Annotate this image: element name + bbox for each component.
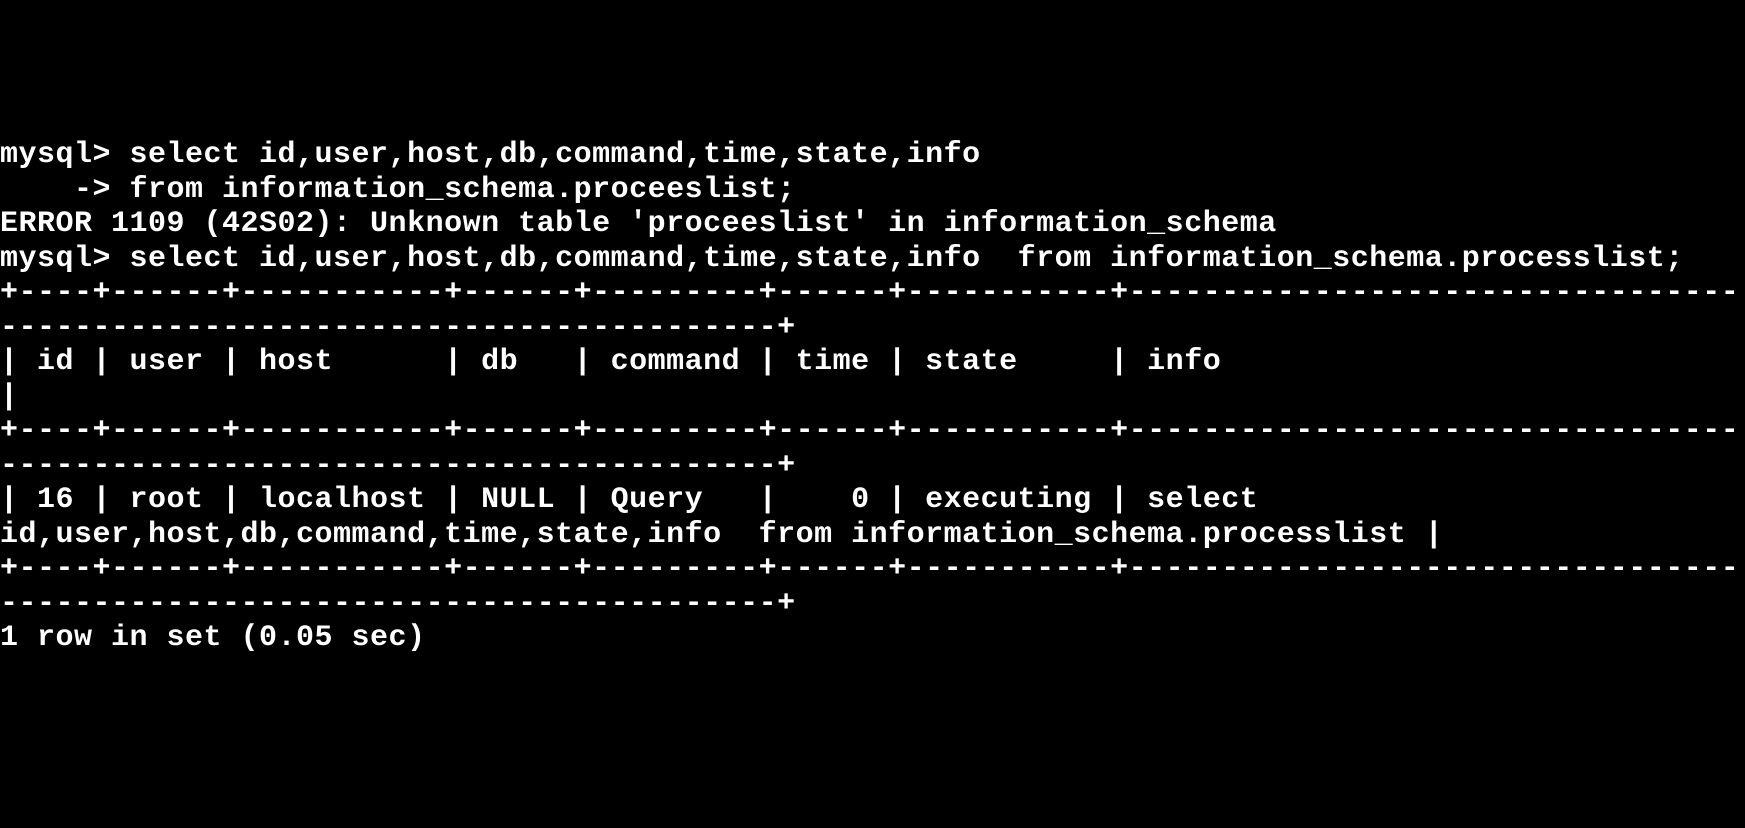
query-line-3: mysql> select id,user,host,db,command,ti… bbox=[0, 242, 1745, 277]
query-line-2: -> from information_schema.proceeslist; bbox=[0, 173, 1745, 208]
table-border-bottom: +----+------+-----------+------+--------… bbox=[0, 552, 1745, 621]
result-footer: 1 row in set (0.05 sec) bbox=[0, 621, 1745, 656]
mysql-terminal[interactable]: mysql> select id,user,host,db,command,ti… bbox=[0, 138, 1745, 656]
table-border-mid: +----+------+-----------+------+--------… bbox=[0, 414, 1745, 483]
error-line: ERROR 1109 (42S02): Unknown table 'proce… bbox=[0, 207, 1745, 242]
table-header-row: | id | user | host | db | command | time… bbox=[0, 345, 1745, 414]
table-border-top: +----+------+-----------+------+--------… bbox=[0, 276, 1745, 345]
query-line-1: mysql> select id,user,host,db,command,ti… bbox=[0, 138, 1745, 173]
table-data-row: | 16 | root | localhost | NULL | Query |… bbox=[0, 483, 1745, 552]
